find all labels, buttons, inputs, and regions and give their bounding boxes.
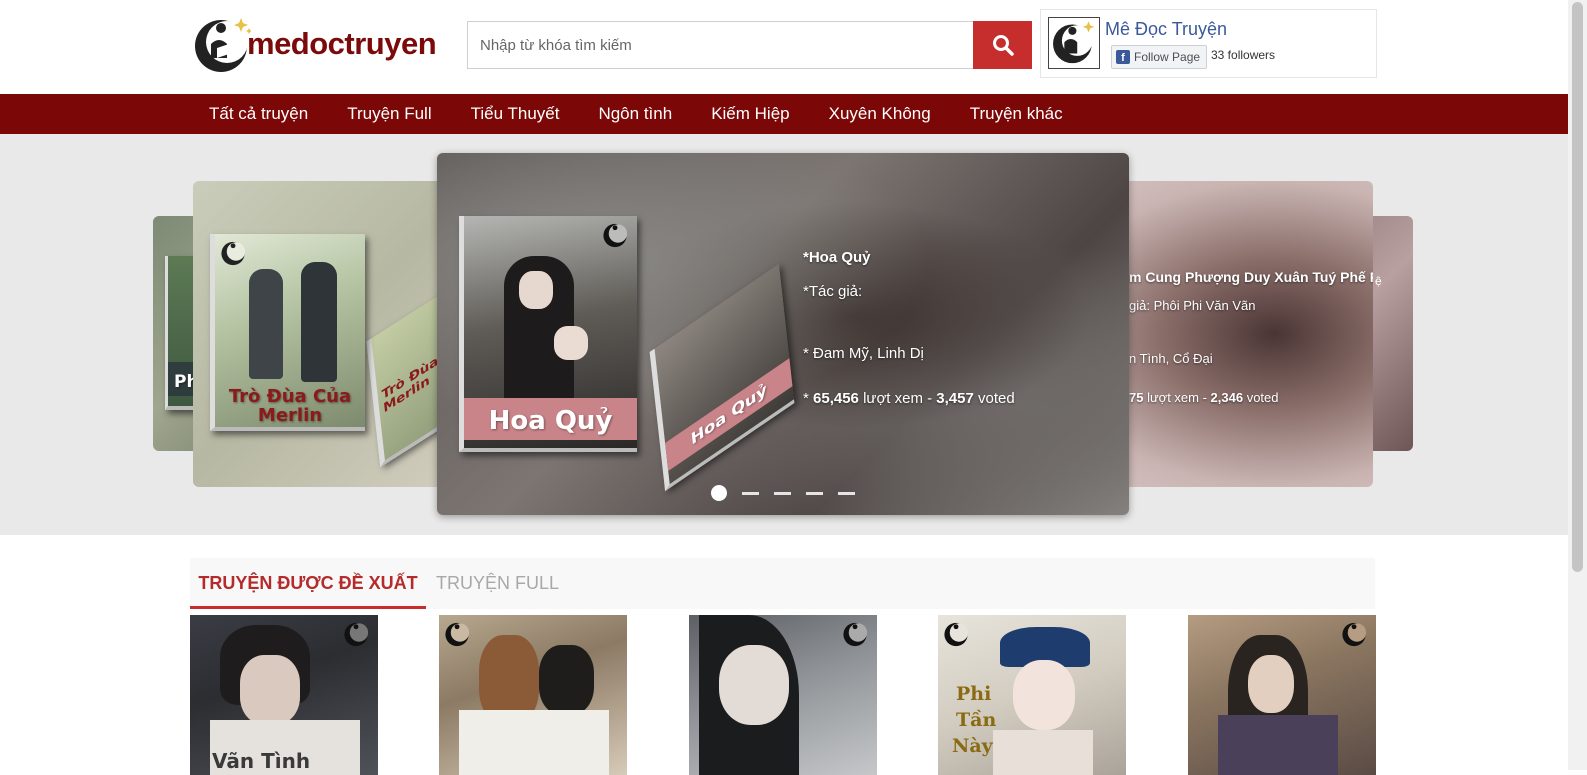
book-cover: Trò Đùa Của Merlin xyxy=(210,234,365,431)
reader-moon-icon xyxy=(344,622,369,647)
reader-moon-icon xyxy=(1342,622,1367,647)
slide-author: giả: Phôi Phi Văn Vãn xyxy=(1129,298,1256,313)
nav-item-other[interactable]: Truyện khác xyxy=(951,94,1083,134)
story-tabs: TRUYỆN ĐƯỢC ĐỀ XUẤT TRUYỆN FULL xyxy=(190,558,1375,609)
fb-follow-label: Follow Page xyxy=(1134,50,1201,64)
slide-stats: 75 lượt xem - 2,346 voted xyxy=(1129,390,1279,405)
tab-recommended[interactable]: TRUYỆN ĐƯỢC ĐỀ XUẤT xyxy=(190,558,426,609)
slide-votes: 2,346 xyxy=(1210,390,1244,405)
scrollbar-thumb[interactable] xyxy=(1572,2,1583,572)
slide-votes-label: voted xyxy=(973,390,1015,407)
logo-text: medoctruyen xyxy=(247,26,437,61)
slide-genres: n Tình, Cổ Đại xyxy=(1129,351,1213,366)
fb-page-avatar[interactable] xyxy=(1048,17,1100,69)
tab-full-stories[interactable]: TRUYỆN FULL xyxy=(436,558,559,609)
slide-title: m Cung Phượng Duy Xuân Tuý Phế Phi xyxy=(1129,269,1373,285)
reader-moon-icon xyxy=(221,241,246,266)
slide-author: *Tác giả: xyxy=(803,283,863,300)
carousel-dot-4[interactable] xyxy=(806,491,823,495)
search-icon xyxy=(992,35,1014,56)
story-cover-title-line1: Phi xyxy=(956,683,992,705)
carousel-dot-2[interactable] xyxy=(742,491,759,495)
slide-votes: 3,457 xyxy=(936,390,974,407)
search-input[interactable] xyxy=(467,21,975,69)
story-card[interactable] xyxy=(689,615,877,775)
reader-moon-icon xyxy=(195,18,251,72)
carousel-dot-1[interactable] xyxy=(711,485,727,501)
story-card[interactable] xyxy=(439,615,627,775)
story-cover-title: Vãn Tình xyxy=(212,749,311,773)
slide-genres: * Đam Mỹ, Linh Dị xyxy=(803,345,924,362)
slide-views: 75 xyxy=(1129,390,1144,405)
story-card[interactable]: Phi Tần Này xyxy=(938,615,1126,775)
slide-views-label: lượt xem - xyxy=(1143,390,1211,405)
slide-views: 65,456 xyxy=(813,390,859,407)
story-grid: Vãn Tình Phi Tần Này xyxy=(190,615,1376,775)
site-header: medoctruyen Mê Đọc Truyện f Follow Page xyxy=(0,0,1568,95)
reader-moon-icon xyxy=(445,622,470,647)
slide-stats: * 65,456 lượt xem - 3,457 voted xyxy=(803,390,1015,407)
fb-followers-count: 33 followers xyxy=(1211,48,1276,62)
fb-page-name[interactable]: Mê Đọc Truyện xyxy=(1105,19,1227,40)
story-card[interactable]: Vãn Tình xyxy=(190,615,378,775)
nav-item-martial-arts[interactable]: Kiếm Hiệp xyxy=(692,94,809,134)
carousel-dot-5[interactable] xyxy=(838,491,855,495)
story-card[interactable] xyxy=(1188,615,1376,775)
reader-moon-icon xyxy=(603,223,628,248)
featured-carousel: Ph ệ Trò Đùa Của Merlin Trò Đùa Của Merl… xyxy=(0,134,1568,535)
reader-moon-icon xyxy=(1053,21,1095,64)
book-cover: Hoa Quỷ xyxy=(459,216,637,452)
nav-item-novels[interactable]: Tiểu Thuyết xyxy=(452,94,580,134)
carousel-dot-3[interactable] xyxy=(774,491,791,495)
search-button[interactable] xyxy=(973,21,1032,69)
facebook-page-widget: Mê Đọc Truyện f Follow Page 33 followers xyxy=(1040,9,1377,78)
book-cover-title-line1: Trò Đùa Của xyxy=(228,386,352,407)
nav-item-full-stories[interactable]: Truyện Full xyxy=(328,94,451,134)
nav-item-time-travel[interactable]: Xuyên Không xyxy=(810,94,951,134)
slide-views-label: lượt xem - xyxy=(858,390,937,407)
carousel-slide-active[interactable]: Hoa Quỷ Hoa Quỷ *Hoa Quỷ *Tác giả: * Đam… xyxy=(437,153,1129,515)
story-cover-title-line3: Này xyxy=(952,735,993,757)
main-nav: Tất cả truyện Truyện Full Tiểu Thuyết Ng… xyxy=(0,94,1568,134)
reader-moon-icon xyxy=(843,622,868,647)
book-cover-title-line2: Merlin xyxy=(257,405,323,426)
nav-item-romance[interactable]: Ngôn tình xyxy=(579,94,692,134)
book-cover-title: Hoa Quỷ xyxy=(488,406,613,436)
site-logo[interactable]: medoctruyen xyxy=(195,14,437,74)
vertical-scrollbar[interactable] xyxy=(1568,0,1587,770)
fb-follow-button[interactable]: f Follow Page xyxy=(1111,45,1208,69)
slide-title: *Hoa Quỷ xyxy=(803,249,871,266)
slide-text: ệ xyxy=(1375,274,1382,288)
reader-moon-icon xyxy=(944,622,969,647)
facebook-icon: f xyxy=(1116,50,1130,64)
slide-stats-prefix: * xyxy=(803,390,814,407)
story-cover-title-line2: Tần xyxy=(956,709,997,731)
nav-item-all-stories[interactable]: Tất cả truyện xyxy=(190,94,328,134)
search-form xyxy=(467,21,1032,69)
slide-votes-label: voted xyxy=(1243,390,1279,405)
carousel-pagination xyxy=(711,485,855,501)
